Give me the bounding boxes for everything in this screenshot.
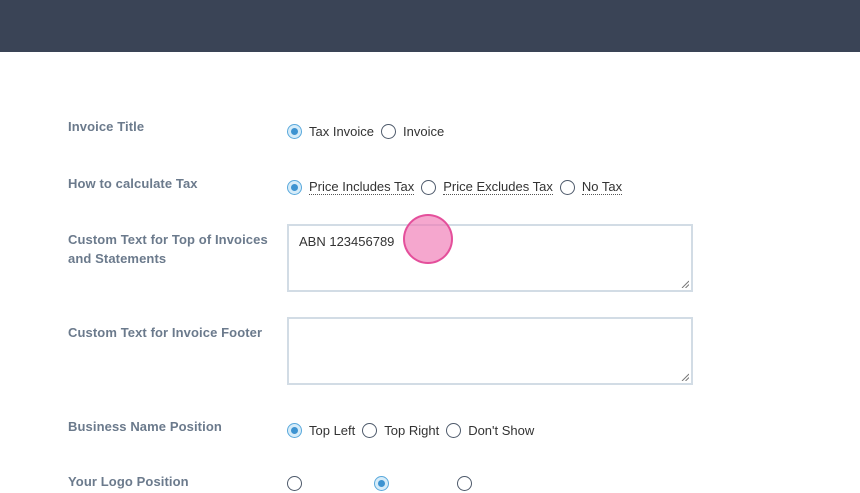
radio-price-excludes-tax[interactable]: Price Excludes Tax <box>421 179 553 195</box>
resize-grip-icon[interactable] <box>681 280 689 288</box>
radio-top-right[interactable]: Top Right <box>362 422 439 438</box>
radio-invoice-label[interactable]: Invoice <box>403 124 444 139</box>
resize-grip-icon[interactable] <box>681 373 689 381</box>
radio-tax-invoice[interactable]: Tax Invoice <box>287 123 374 139</box>
radio-price-excludes-tax-label[interactable]: Price Excludes Tax <box>443 179 553 195</box>
radio-dont-show-label[interactable]: Don't Show <box>468 423 534 438</box>
radio-unchecked-icon[interactable] <box>559 179 575 195</box>
radio-top-right-label[interactable]: Top Right <box>384 423 439 438</box>
radio-checked-icon[interactable] <box>287 422 302 438</box>
logo-position-radio-group <box>287 473 479 493</box>
tax-calculation-label: How to calculate Tax <box>68 176 198 191</box>
custom-top-text-label: Custom Text for Top of Invoices and Stat… <box>68 232 268 266</box>
radio-no-tax[interactable]: No Tax <box>559 179 623 195</box>
business-name-position-label: Business Name Position <box>68 419 222 434</box>
radio-unchecked-icon[interactable] <box>287 475 302 491</box>
custom-top-text-textarea[interactable]: ABN 123456789 <box>287 224 693 292</box>
radio-invoice[interactable]: Invoice <box>381 123 444 139</box>
radio-price-includes-tax-label[interactable]: Price Includes Tax <box>309 179 415 195</box>
custom-footer-text-textarea[interactable] <box>287 317 693 385</box>
radio-top-left[interactable]: Top Left <box>287 422 355 438</box>
radio-unchecked-icon[interactable] <box>446 422 462 438</box>
radio-tax-invoice-label[interactable]: Tax Invoice <box>309 124 374 139</box>
radio-dont-show[interactable]: Don't Show <box>446 422 534 438</box>
radio-checked-icon[interactable] <box>374 475 389 491</box>
radio-checked-icon[interactable] <box>287 179 302 195</box>
radio-top-left-label[interactable]: Top Left <box>309 423 355 438</box>
custom-footer-text-label: Custom Text for Invoice Footer <box>68 325 263 340</box>
radio-unchecked-icon[interactable] <box>457 475 472 491</box>
radio-unchecked-icon[interactable] <box>421 179 437 195</box>
tax-calculation-radio-group: Price Includes Tax Price Excludes Tax No… <box>287 177 629 197</box>
top-navigation-bar <box>0 0 860 52</box>
radio-unchecked-icon[interactable] <box>362 422 378 438</box>
radio-price-includes-tax[interactable]: Price Includes Tax <box>287 179 415 195</box>
logo-position-label: Your Logo Position <box>68 474 189 489</box>
invoice-title-radio-group: Tax Invoice Invoice <box>287 121 451 141</box>
radio-checked-icon[interactable] <box>287 123 302 139</box>
custom-top-text-value[interactable]: ABN 123456789 <box>299 234 394 249</box>
business-name-position-radio-group: Top Left Top Right Don't Show <box>287 420 541 440</box>
invoice-title-label: Invoice Title <box>68 119 145 134</box>
radio-no-tax-label[interactable]: No Tax <box>581 179 623 195</box>
radio-unchecked-icon[interactable] <box>381 123 397 139</box>
